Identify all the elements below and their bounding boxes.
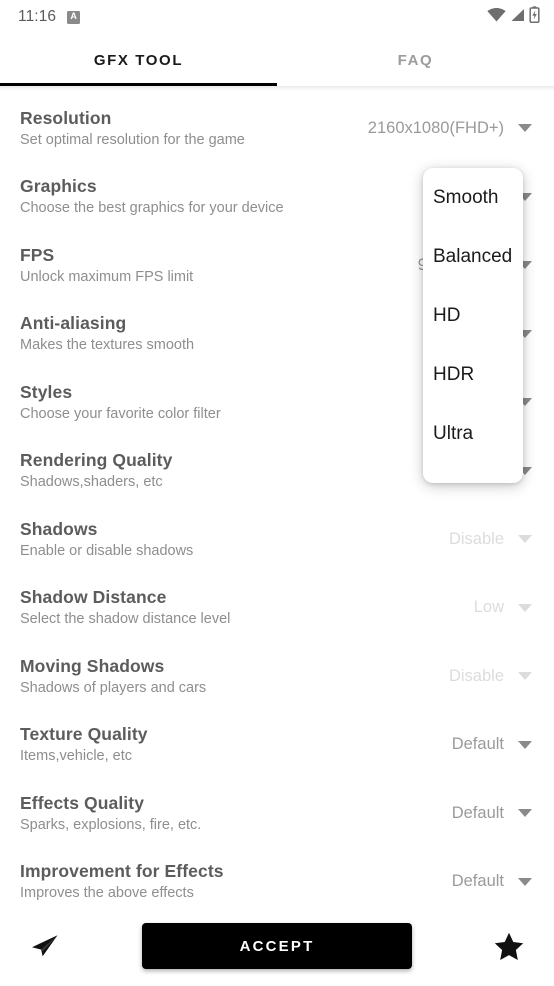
setting-row-texts: Shadows Enable or disable shadows	[20, 518, 439, 561]
dropdown-option[interactable]: HDR	[423, 345, 523, 404]
setting-row-texts: Effects Quality Sparks, explosions, fire,…	[20, 792, 442, 835]
setting-value: Disable	[448, 666, 504, 685]
setting-subtitle: Enable or disable shadows	[20, 542, 194, 559]
setting-subtitle: Shadows of players and cars	[20, 679, 207, 696]
setting-subtitle: Improves the above effects	[20, 885, 194, 902]
setting-value: Default	[451, 735, 504, 754]
status-bar-left: 11:16	[18, 8, 81, 26]
tab-bar-shadow	[0, 86, 554, 91]
setting-value-selector[interactable]: Default	[442, 804, 532, 823]
setting-row[interactable]: Moving Shadows Shadows of players and car…	[0, 642, 554, 711]
chevron-down-icon[interactable]	[518, 535, 532, 544]
setting-value-selector[interactable]: Default	[442, 872, 532, 891]
cellular-signal-icon	[510, 8, 525, 27]
setting-title: Shadows	[20, 518, 98, 539]
setting-subtitle: Set optimal resolution for the game	[20, 131, 245, 148]
setting-subtitle: Sparks, explosions, fire, etc.	[20, 816, 202, 833]
chevron-down-icon[interactable]	[518, 124, 532, 133]
setting-title: Texture Quality	[20, 724, 148, 745]
setting-row[interactable]: Effects Quality Sparks, explosions, fire,…	[0, 779, 554, 848]
setting-title: Resolution	[20, 107, 112, 128]
chevron-down-icon[interactable]	[518, 672, 532, 681]
status-clock: 11:16	[18, 8, 57, 25]
dropdown-option[interactable]: Balanced	[423, 227, 523, 286]
status-bar: 11:16	[0, 0, 554, 34]
setting-row[interactable]: Improvement for Effects Improves the abov…	[0, 848, 554, 907]
setting-subtitle: Select the shadow distance level	[20, 611, 231, 628]
graphics-dropdown-menu[interactable]: Smooth Balanced HD HDR Ultra	[423, 168, 523, 483]
setting-value-selector[interactable]: 2160x1080(FHD+)	[358, 119, 532, 138]
setting-row-texts: Moving Shadows Shadows of players and car…	[20, 655, 439, 698]
setting-row-texts: Shadow Distance Select the shadow distanc…	[20, 586, 464, 629]
setting-row-texts: FPS Unlock maximum FPS limit	[20, 244, 408, 287]
setting-value-selector[interactable]: Default	[442, 735, 532, 754]
setting-row-texts: Resolution Set optimal resolution for the…	[20, 107, 358, 150]
dropdown-option[interactable]: Smooth	[423, 168, 523, 227]
bottom-action-bar: ACCEPT	[0, 906, 554, 986]
setting-row[interactable]: Resolution Set optimal resolution for the…	[0, 94, 554, 163]
setting-row[interactable]: Shadows Enable or disable shadows Disable	[0, 505, 554, 574]
setting-title: Moving Shadows	[20, 655, 165, 676]
chevron-down-icon[interactable]	[518, 603, 532, 612]
setting-row-texts: Improvement for Effects Improves the abov…	[20, 860, 442, 903]
setting-value: Default	[451, 803, 504, 822]
setting-row-texts: Texture Quality Items,vehicle, etc	[20, 723, 442, 766]
accept-button[interactable]: ACCEPT	[142, 923, 412, 969]
setting-value-selector[interactable]: Disable	[439, 667, 532, 686]
setting-title: FPS	[20, 244, 55, 265]
battery-charging-icon	[529, 6, 540, 28]
setting-title: Improvement for Effects	[20, 861, 224, 882]
app-notification-icon	[67, 10, 81, 24]
chevron-down-icon[interactable]	[518, 740, 532, 749]
tab-bar: GFX TOOL FAQ	[0, 34, 554, 86]
setting-subtitle: Unlock maximum FPS limit	[20, 268, 194, 285]
setting-row[interactable]: Texture Quality Items,vehicle, etc Default	[0, 711, 554, 780]
dropdown-option[interactable]: HD	[423, 286, 523, 345]
send-icon[interactable]	[0, 933, 90, 959]
setting-row[interactable]: Shadow Distance Select the shadow distanc…	[0, 574, 554, 643]
setting-title: Shadow Distance	[20, 587, 167, 608]
star-icon[interactable]	[464, 932, 554, 961]
setting-value-selector[interactable]: Low	[464, 598, 532, 617]
tab-faq[interactable]: FAQ	[277, 34, 554, 86]
tab-gfx-tool[interactable]: GFX TOOL	[0, 34, 277, 86]
chevron-down-icon[interactable]	[518, 809, 532, 818]
tab-gfx-tool-label: GFX TOOL	[93, 51, 184, 69]
setting-value: Disable	[448, 529, 504, 548]
setting-value-selector[interactable]: Disable	[439, 530, 532, 549]
setting-value: Default	[451, 872, 504, 891]
dropdown-option[interactable]: Ultra	[423, 404, 523, 463]
wifi-icon	[487, 7, 506, 27]
setting-value: Low	[473, 598, 504, 617]
chevron-down-icon[interactable]	[518, 877, 532, 886]
tab-faq-label: FAQ	[397, 51, 434, 69]
setting-title: Effects Quality	[20, 792, 145, 813]
setting-subtitle: Items,vehicle, etc	[20, 748, 133, 765]
status-bar-right	[487, 6, 540, 28]
setting-value: 2160x1080(FHD+)	[367, 118, 504, 137]
gfx-tool-screen: 11:16 GFX TOOL FAQ	[0, 0, 554, 986]
